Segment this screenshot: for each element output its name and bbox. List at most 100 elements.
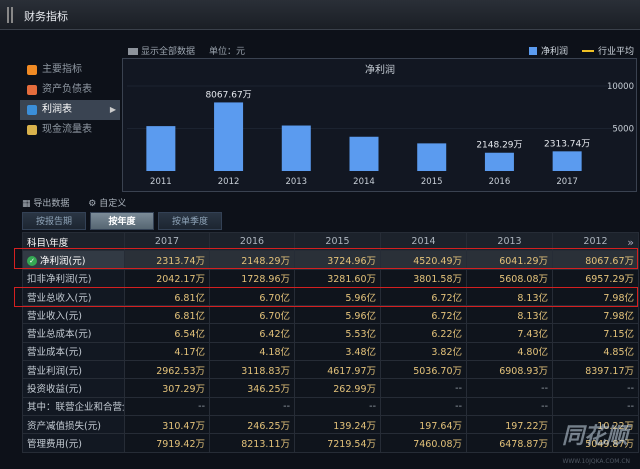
y-tick-label: 10000 bbox=[607, 82, 634, 92]
cell-value: 6.72亿 bbox=[380, 305, 467, 325]
data-label: 8067.67万 bbox=[205, 90, 251, 100]
chart-legend: 净利润 行业平均 bbox=[528, 44, 634, 57]
table-toolbar: ▦ 导出数据 ⚙ 自定义 bbox=[22, 196, 142, 209]
header-label: 科目\年度 bbox=[22, 232, 125, 252]
cell-value: 5.96亿 bbox=[294, 286, 381, 307]
bar bbox=[552, 151, 582, 171]
row-label: 营业利润(元) bbox=[22, 360, 125, 380]
row-label: 营业总成本(元) bbox=[22, 323, 125, 343]
cell-value: -- bbox=[209, 396, 295, 416]
legend-swatch-icon bbox=[528, 46, 537, 55]
chart-title: 净利润 bbox=[365, 63, 395, 76]
tab-by-report[interactable]: 按报告期 bbox=[22, 212, 86, 230]
export-button[interactable]: ▦ 导出数据 bbox=[22, 199, 77, 209]
row-label: ✓ 净利润(元) bbox=[22, 250, 125, 270]
cell-value: 6478.87万 bbox=[466, 433, 553, 453]
table-row[interactable]: 资产减值损失(元) 310.47万 246.25万 139.24万 197.64万 197… bbox=[22, 414, 639, 435]
cell-value: 1728.96万 bbox=[209, 268, 295, 288]
chart-svg: 净利润 5000 10000 2011 2012 8067.67万 2013 2014 2015… bbox=[127, 63, 634, 187]
table-row[interactable]: 营业收入(元) 6.81亿 6.70亿 5.96亿 6.72亿 8.13亿 7.98亿 bbox=[22, 305, 639, 325]
cell-value: 6.54亿 bbox=[124, 323, 210, 343]
legend-line-icon bbox=[581, 49, 594, 52]
row-label: 管理费用(元) bbox=[22, 433, 125, 453]
arrow-right-icon: ▶ bbox=[109, 105, 116, 114]
row-label: 营业收入(元) bbox=[22, 305, 125, 325]
sidebar: 主要指标 资产负债表 利润表 ▶ 现金流量表 bbox=[20, 60, 120, 140]
cell-value: 307.29万 bbox=[124, 378, 210, 398]
cell-value: 6.81亿 bbox=[124, 305, 210, 325]
coins-icon bbox=[27, 125, 37, 135]
cell-value: 3118.83万 bbox=[209, 360, 295, 380]
header-year: 2017 bbox=[124, 232, 210, 252]
cell-value: 7919.42万 bbox=[124, 433, 210, 453]
show-all-toggle[interactable]: 显示全部数据 bbox=[128, 44, 195, 57]
sidebar-item-balance[interactable]: 资产负债表 bbox=[20, 80, 120, 100]
x-tick-label: 2015 bbox=[421, 177, 443, 187]
table-row[interactable]: 营业成本(元) 4.17亿 4.18亿 3.48亿 3.82亿 4.80亿 4.85亿 bbox=[22, 341, 639, 362]
window-title: 财务指标 bbox=[24, 10, 68, 23]
cube-icon bbox=[27, 105, 37, 115]
x-tick-label: 2017 bbox=[556, 177, 578, 187]
tab-by-year[interactable]: 按年度 bbox=[90, 212, 154, 230]
financial-table: 科目\年度 2017 2016 2015 2014 2013 2012 ✓ 净利润(元) 231… bbox=[22, 232, 639, 453]
more-columns-icon[interactable]: » bbox=[627, 236, 634, 249]
sidebar-item-cashflow[interactable]: 现金流量表 bbox=[20, 120, 120, 140]
cell-value: 4.80亿 bbox=[466, 341, 553, 362]
table-row[interactable]: ✓ 净利润(元) 2313.74万 2148.29万 3724.96万 4520.49万 6… bbox=[22, 250, 639, 270]
data-label: 2313.74万 bbox=[544, 139, 590, 149]
cell-value: 262.99万 bbox=[294, 378, 381, 398]
x-tick-label: 2013 bbox=[285, 177, 307, 187]
cell-value: 6041.29万 bbox=[466, 250, 553, 270]
cell-value: 3.48亿 bbox=[294, 341, 381, 362]
cell-value: 8067.67万 bbox=[552, 250, 639, 270]
cell-value: -- bbox=[380, 396, 467, 416]
cell-value: 7460.08万 bbox=[380, 433, 467, 453]
cell-value: 8.13亿 bbox=[466, 286, 553, 307]
bar bbox=[349, 136, 379, 171]
y-tick-label: 5000 bbox=[612, 125, 634, 135]
table-row[interactable]: 扣非净利润(元) 2042.17万 1728.96万 3281.60万 3801.58万… bbox=[22, 268, 639, 288]
cell-value: 310.47万 bbox=[124, 414, 210, 435]
bar bbox=[484, 152, 514, 171]
header-year: 2012 bbox=[552, 232, 639, 252]
cell-value: 197.64万 bbox=[380, 414, 467, 435]
cell-value: 2148.29万 bbox=[209, 250, 295, 270]
custom-button[interactable]: ⚙ 自定义 bbox=[88, 199, 134, 209]
table-row[interactable]: 营业总成本(元) 6.54亿 6.42亿 5.53亿 6.22亿 7.43亿 7.15亿 bbox=[22, 323, 639, 343]
table-row[interactable]: 管理费用(元) 7919.42万 8213.11万 7219.54万 7460.08万 6… bbox=[22, 433, 639, 453]
cell-value: 6957.29万 bbox=[552, 268, 639, 288]
app-window: 财务指标 显示全部数据 单位：元 净利润 行业平均 主要指标 资产负债表 利润表… bbox=[0, 0, 640, 469]
cell-value: 2042.17万 bbox=[124, 268, 210, 288]
header-year: 2016 bbox=[209, 232, 295, 252]
x-tick-label: 2012 bbox=[218, 177, 240, 187]
cell-value: 7.43亿 bbox=[466, 323, 553, 343]
title-bar: 财务指标 bbox=[0, 0, 640, 30]
star-icon bbox=[27, 65, 37, 75]
x-tick-label: 2016 bbox=[489, 177, 511, 187]
row-label: 其中：联营企业和合营企业的投资收益(元) bbox=[22, 396, 125, 416]
cell-value: -- bbox=[552, 396, 639, 416]
cell-value: 4.85亿 bbox=[552, 341, 639, 362]
cell-value: 6.70亿 bbox=[209, 286, 295, 307]
table-body: ✓ 净利润(元) 2313.74万 2148.29万 3724.96万 4520.49万 6… bbox=[22, 250, 639, 453]
header-year: 2014 bbox=[380, 232, 467, 252]
cell-value: 6.22亿 bbox=[380, 323, 467, 343]
net-profit-chart: 净利润 5000 10000 2011 2012 8067.67万 2013 2014 2015… bbox=[122, 58, 637, 192]
table-row[interactable]: 其中：联营企业和合营企业的投资收益(元)------------ bbox=[22, 396, 639, 416]
grip-icon bbox=[7, 7, 13, 23]
sidebar-item-main[interactable]: 主要指标 bbox=[20, 60, 120, 80]
sidebar-item-income[interactable]: 利润表 ▶ bbox=[20, 100, 120, 120]
cell-value: 6.70亿 bbox=[209, 305, 295, 325]
table-row[interactable]: 营业总收入(元) 6.81亿 6.70亿 5.96亿 6.72亿 8.13亿 7.98亿 bbox=[22, 286, 639, 307]
cell-value: -- bbox=[124, 396, 210, 416]
row-label: 营业成本(元) bbox=[22, 341, 125, 362]
cell-value: 3281.60万 bbox=[294, 268, 381, 288]
row-label: 营业总收入(元) bbox=[22, 286, 125, 307]
table-row[interactable]: 营业利润(元) 2962.53万 3118.83万 4617.97万 5036.70万 6… bbox=[22, 360, 639, 380]
tab-by-quarter[interactable]: 按单季度 bbox=[158, 212, 222, 230]
cell-value: 346.25万 bbox=[209, 378, 295, 398]
cell-value: 3724.96万 bbox=[294, 250, 381, 270]
table-row[interactable]: 投资收益(元) 307.29万 346.25万 262.99万 -- -- -- bbox=[22, 378, 639, 398]
cell-value: -- bbox=[466, 396, 553, 416]
cell-value: -- bbox=[552, 378, 639, 398]
